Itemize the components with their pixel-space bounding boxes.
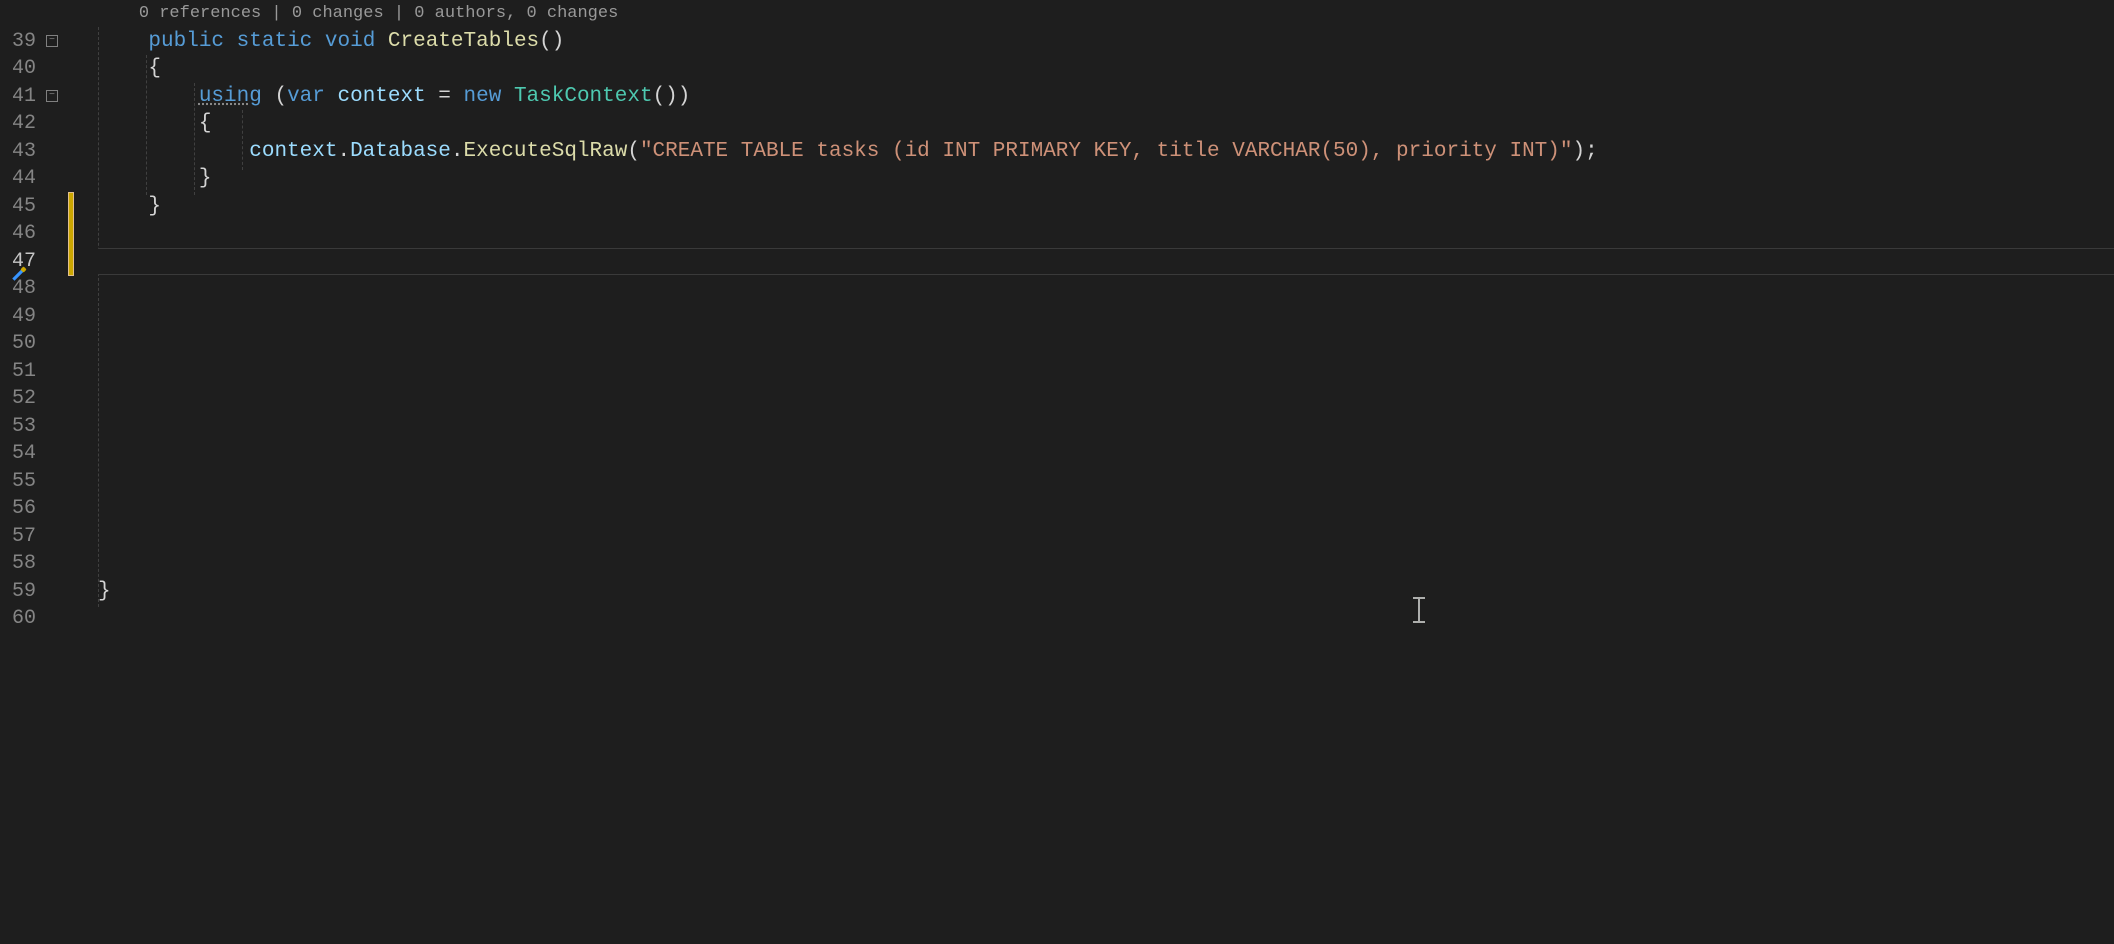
code-line[interactable]: { (98, 110, 2114, 138)
code-line[interactable]: context.Database.ExecuteSqlRaw("CREATE T… (98, 138, 2114, 166)
line-number: 60 (0, 607, 36, 630)
line-number: 55 (0, 470, 36, 493)
code-line[interactable] (98, 358, 2114, 386)
line-number: 51 (0, 360, 36, 383)
gutter: 39 40 41 42 43 44 45 46 47 48 49 50 51 5… (0, 0, 68, 944)
line-number: 48 (0, 277, 36, 300)
line-number: 41 (0, 85, 36, 108)
line-number: 45 (0, 195, 36, 218)
code-line[interactable] (98, 330, 2114, 358)
code-line[interactable]: public static void CreateTables() (98, 28, 2114, 56)
line-number: 59 (0, 580, 36, 603)
line-number: 58 (0, 552, 36, 575)
code-area[interactable]: 0 references | 0 changes | 0 authors, 0 … (98, 0, 2114, 944)
code-line[interactable] (98, 605, 2114, 633)
line-number: 54 (0, 442, 36, 465)
line-number: 56 (0, 497, 36, 520)
code-line[interactable] (98, 220, 2114, 248)
code-line[interactable]: using (var context = new TaskContext()) (98, 83, 2114, 111)
line-number: 46 (0, 222, 36, 245)
fold-toggle[interactable] (36, 35, 68, 47)
minus-icon (46, 90, 58, 102)
change-gutter (68, 0, 98, 944)
code-line[interactable] (98, 440, 2114, 468)
code-line[interactable] (98, 275, 2114, 303)
line-number: 39 (0, 30, 36, 53)
line-number: 44 (0, 167, 36, 190)
code-line[interactable]: } (98, 578, 2114, 606)
code-line[interactable] (98, 468, 2114, 496)
line-number: 43 (0, 140, 36, 163)
code-line[interactable] (98, 303, 2114, 331)
code-line[interactable] (98, 495, 2114, 523)
line-number: 57 (0, 525, 36, 548)
text-cursor-ibeam-icon (1418, 598, 1420, 622)
active-code-line[interactable] (98, 248, 2114, 276)
modified-indicator (68, 192, 74, 276)
minus-icon (46, 35, 58, 47)
code-line[interactable] (98, 550, 2114, 578)
line-number: 50 (0, 332, 36, 355)
code-line[interactable]: { (98, 55, 2114, 83)
line-number: 42 (0, 112, 36, 135)
line-number: 52 (0, 387, 36, 410)
fold-toggle[interactable] (36, 90, 68, 102)
code-editor[interactable]: 39 40 41 42 43 44 45 46 47 48 49 50 51 5… (0, 0, 2114, 944)
code-line[interactable]: } (98, 193, 2114, 221)
code-line[interactable] (98, 385, 2114, 413)
code-line[interactable] (98, 413, 2114, 441)
codelens[interactable]: 0 references | 0 changes | 0 authors, 0 … (98, 0, 2114, 28)
line-number: 40 (0, 57, 36, 80)
line-number: 53 (0, 415, 36, 438)
line-number: 49 (0, 305, 36, 328)
code-line[interactable] (98, 523, 2114, 551)
code-line[interactable]: } (98, 165, 2114, 193)
